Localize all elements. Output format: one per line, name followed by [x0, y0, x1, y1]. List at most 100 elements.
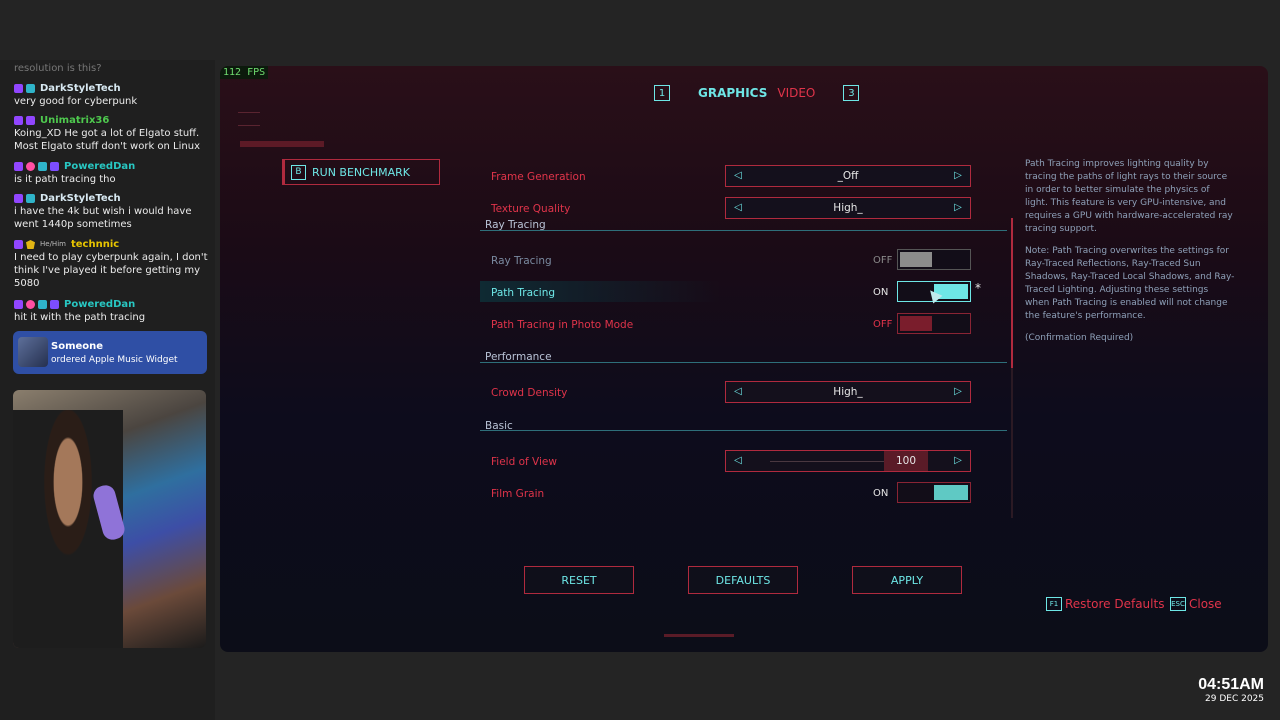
path-tracing-photo-toggle[interactable] — [897, 313, 971, 334]
ray-tracing-toggle[interactable] — [897, 249, 971, 270]
setting-label: Film Grain — [491, 488, 545, 500]
chat-username[interactable]: DarkStyleTech — [40, 82, 121, 95]
f1-key-icon: F1 — [1046, 597, 1062, 611]
arrow-right-icon[interactable]: ▷ — [952, 386, 964, 398]
texture-quality-selector[interactable]: ◁ High_ ▷ — [725, 197, 971, 219]
chat-message: PoweredDan hit it with the path tracing — [14, 298, 210, 324]
decoration — [240, 141, 324, 147]
next-tab-key[interactable]: 3 — [843, 85, 860, 101]
chat-fragment: resolution is this? — [14, 63, 102, 74]
reset-button[interactable]: RESET — [524, 566, 634, 594]
tab-video[interactable]: VIDEO — [777, 86, 815, 100]
apply-button[interactable]: APPLY — [852, 566, 962, 594]
sub-badge-icon — [26, 84, 35, 93]
sub-badge-icon — [26, 194, 35, 203]
chat-text: very good for cyberpunk — [14, 96, 138, 107]
chat-username[interactable]: PoweredDan — [64, 298, 135, 311]
sub-badge-icon — [50, 300, 59, 309]
stream-clock: 04:51AM 29 DEC 2025 — [1198, 676, 1264, 704]
crowd-density-selector[interactable]: ◁ High_ ▷ — [725, 381, 971, 403]
alert-image — [18, 337, 48, 367]
tab-graphics[interactable]: GRAPHICS — [698, 86, 767, 100]
chat-username[interactable]: technnic — [71, 238, 119, 251]
clock-time: 04:51AM — [1198, 676, 1264, 693]
section-divider — [480, 362, 1007, 363]
setting-ray-tracing: Ray Tracing OFF — [480, 249, 1007, 275]
settings-scrollbar[interactable] — [1011, 218, 1013, 518]
chat-username[interactable]: PoweredDan — [64, 160, 135, 173]
section-divider — [480, 430, 1007, 431]
arrow-right-icon[interactable]: ▷ — [952, 170, 964, 182]
alert-name: Someone — [51, 341, 104, 352]
restore-defaults-hint[interactable]: F1 Restore Defaults — [1046, 597, 1164, 611]
decoration — [238, 112, 260, 126]
twitch-badge-icon — [14, 84, 23, 93]
setting-label: Frame Generation — [491, 171, 586, 183]
close-hint[interactable]: ESC Close — [1170, 597, 1222, 611]
chat-message: Unimatrix36 Koing_XD He got a lot of Elg… — [14, 114, 210, 153]
prime-badge-icon — [26, 116, 35, 125]
toggle-state: ON — [873, 488, 889, 499]
arrow-right-icon[interactable]: ▷ — [952, 202, 964, 214]
chat-username[interactable]: DarkStyleTech — [40, 192, 121, 205]
slider-value: 100 — [895, 455, 917, 467]
asterisk-mark: * — [975, 281, 981, 295]
chat-message: He/Him technnic I need to play cyberpunk … — [14, 238, 210, 290]
close-label: Close — [1189, 597, 1222, 611]
pronoun-tag: He/Him — [40, 240, 66, 248]
scrollbar-thumb[interactable] — [1011, 218, 1013, 368]
selector-value: High_ — [833, 386, 863, 398]
section-title-basic: Basic — [485, 420, 513, 432]
arrow-right-icon[interactable]: ▷ — [952, 455, 964, 467]
settings-tab-bar: 1 GRAPHICS VIDEO 3 — [654, 84, 860, 102]
clock-date: 29 DEC 2025 — [1205, 694, 1264, 704]
twitch-badge-icon — [14, 240, 23, 249]
defaults-button[interactable]: DEFAULTS — [688, 566, 798, 594]
settings-list: Frame Generation ◁ _Off ▷ Texture Qualit… — [480, 149, 1007, 519]
chat-text: hit it with the path tracing — [14, 312, 146, 323]
setting-label: Texture Quality — [491, 203, 571, 215]
chat-message: DarkStyleTech very good for cyberpunk — [14, 82, 210, 108]
restore-defaults-label: Restore Defaults — [1065, 597, 1165, 611]
benchmark-label: RUN BENCHMARK — [312, 165, 410, 179]
setting-film-grain: Film Grain ON — [480, 482, 1007, 508]
shield-badge-icon — [38, 300, 47, 309]
sub-badge-icon — [50, 162, 59, 171]
benchmark-key: B — [291, 164, 306, 180]
setting-label: Crowd Density — [491, 387, 568, 399]
setting-crowd-density: Crowd Density ◁ High_ ▷ — [480, 381, 1007, 407]
chat-username[interactable]: Unimatrix36 — [40, 114, 109, 127]
stream-alert: Someone ordered Apple Music Widget — [13, 331, 207, 374]
twitch-badge-icon — [14, 300, 23, 309]
toggle-fill — [900, 252, 932, 267]
setting-path-tracing-photo-mode: Path Tracing in Photo Mode OFF — [480, 313, 1007, 339]
chat-text: i have the 4k but wish i would have went… — [14, 206, 192, 230]
toggle-state: ON — [873, 287, 889, 298]
description-confirmation: (Confirmation Required) — [1025, 333, 1134, 343]
field-of-view-slider[interactable]: ◁ 100 ▷ — [725, 450, 971, 472]
section-title-performance: Performance — [485, 351, 552, 363]
arrow-left-icon[interactable]: ◁ — [732, 455, 744, 467]
setting-path-tracing: Path Tracing ON * — [480, 281, 1007, 307]
description-note: Note: Path Tracing overwrites the settin… — [1025, 246, 1235, 321]
setting-label: Ray Tracing — [491, 255, 552, 267]
film-grain-toggle[interactable] — [897, 482, 971, 503]
toggle-state: OFF — [873, 255, 893, 266]
esc-key-icon: ESC — [1170, 597, 1186, 611]
selector-value: _Off — [837, 170, 859, 182]
run-benchmark-button[interactable]: B RUN BENCHMARK — [282, 159, 440, 185]
chat-text: is it path tracing tho — [14, 174, 116, 185]
shield-badge-icon — [38, 162, 47, 171]
setting-description: Path Tracing improves lighting quality b… — [1025, 158, 1235, 354]
section-divider — [480, 230, 1007, 231]
webcam-feed — [13, 390, 206, 648]
decoration — [664, 634, 734, 637]
prev-tab-key[interactable]: 1 — [654, 85, 670, 101]
selector-value: High_ — [833, 202, 863, 214]
frame-generation-selector[interactable]: ◁ _Off ▷ — [725, 165, 971, 187]
twitch-badge-icon — [14, 116, 23, 125]
chat-message: DarkStyleTech i have the 4k but wish i w… — [14, 192, 210, 231]
chat-text: Koing_XD He got a lot of Elgato stuff. M… — [14, 128, 200, 152]
chat-message: PoweredDan is it path tracing tho — [14, 160, 210, 186]
setting-field-of-view: Field of View ◁ 100 ▷ — [480, 450, 1007, 476]
